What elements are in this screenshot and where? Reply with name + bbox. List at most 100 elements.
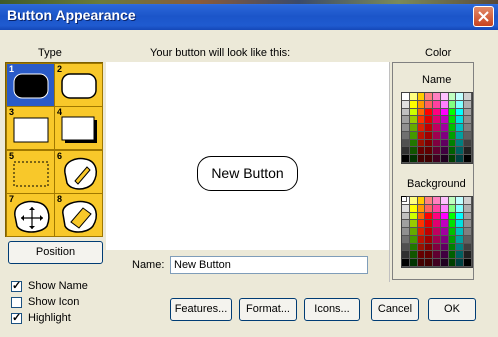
palette-swatch[interactable] [402,155,410,163]
icons-button[interactable]: Icons... [304,298,360,321]
palette-swatch[interactable] [464,139,472,148]
palette-swatch[interactable] [402,212,410,221]
palette-swatch[interactable] [464,251,472,260]
palette-swatch[interactable] [464,197,472,205]
palette-swatch[interactable] [440,100,449,109]
palette-swatch[interactable] [402,93,410,101]
palette-swatch[interactable] [402,100,410,109]
palette-swatch[interactable] [464,228,472,236]
palette-swatch[interactable] [464,204,472,213]
palette-swatch[interactable] [433,139,441,148]
palette-swatch[interactable] [409,259,418,267]
palette-swatch[interactable] [409,131,418,140]
palette-swatch[interactable] [402,108,410,117]
palette-swatch[interactable] [417,100,426,109]
palette-swatch[interactable] [448,197,457,205]
palette-swatch[interactable] [440,259,449,267]
palette-swatch[interactable] [409,100,418,109]
palette-swatch[interactable] [456,220,465,229]
palette-swatch[interactable] [456,251,465,260]
palette-swatch[interactable] [456,139,465,148]
palette-swatch[interactable] [425,243,434,252]
palette-swatch[interactable] [456,131,465,140]
palette-swatch[interactable] [433,147,441,156]
palette-swatch[interactable] [417,220,426,229]
palette-swatch[interactable] [448,251,457,260]
palette-swatch[interactable] [402,116,410,125]
palette-swatch[interactable] [456,212,465,221]
palette-swatch[interactable] [409,243,418,252]
palette-swatch[interactable] [456,259,465,267]
palette-swatch[interactable] [464,108,472,117]
palette-swatch[interactable] [402,131,410,140]
close-button[interactable] [473,6,494,27]
name-color-palette[interactable] [401,92,473,164]
palette-swatch[interactable] [402,139,410,148]
palette-swatch[interactable] [448,243,457,252]
palette-swatch[interactable] [425,116,434,125]
palette-swatch[interactable] [425,139,434,148]
palette-swatch[interactable] [464,220,472,229]
palette-swatch[interactable] [409,139,418,148]
palette-swatch[interactable] [456,116,465,125]
palette-swatch[interactable] [448,220,457,229]
palette-swatch[interactable] [440,197,449,205]
palette-swatch[interactable] [409,251,418,260]
palette-swatch[interactable] [456,228,465,236]
palette-swatch[interactable] [417,124,426,132]
palette-swatch[interactable] [417,155,426,163]
features-button[interactable]: Features... [170,298,232,321]
palette-swatch[interactable] [409,116,418,125]
palette-swatch[interactable] [456,197,465,205]
palette-swatch[interactable] [409,147,418,156]
palette-swatch[interactable] [440,204,449,213]
palette-swatch[interactable] [402,235,410,244]
palette-swatch[interactable] [433,228,441,236]
type-option-4[interactable]: 4 [54,106,103,150]
palette-swatch[interactable] [433,212,441,221]
palette-swatch[interactable] [440,220,449,229]
palette-swatch[interactable] [464,259,472,267]
palette-swatch[interactable] [425,147,434,156]
palette-swatch[interactable] [433,155,441,163]
palette-swatch[interactable] [402,251,410,260]
palette-swatch[interactable] [456,100,465,109]
palette-swatch[interactable] [433,131,441,140]
palette-swatch[interactable] [464,212,472,221]
palette-swatch[interactable] [409,204,418,213]
palette-swatch[interactable] [425,235,434,244]
type-option-3[interactable]: 3 [6,106,55,150]
palette-swatch[interactable] [409,212,418,221]
palette-swatch[interactable] [409,124,418,132]
name-input[interactable]: New Button [170,256,368,274]
palette-swatch[interactable] [417,228,426,236]
palette-swatch[interactable] [448,235,457,244]
palette-swatch[interactable] [448,108,457,117]
palette-swatch[interactable] [402,204,410,213]
palette-swatch[interactable] [433,204,441,213]
palette-swatch[interactable] [433,93,441,101]
ok-button[interactable]: OK [428,298,476,321]
palette-swatch[interactable] [456,93,465,101]
palette-swatch[interactable] [448,93,457,101]
palette-swatch[interactable] [417,139,426,148]
palette-swatch[interactable] [433,259,441,267]
palette-swatch[interactable] [425,108,434,117]
palette-swatch[interactable] [417,197,426,205]
background-color-palette[interactable] [401,196,473,268]
palette-swatch[interactable] [425,228,434,236]
palette-swatch[interactable] [425,197,434,205]
palette-swatch[interactable] [440,251,449,260]
palette-swatch[interactable] [464,116,472,125]
palette-swatch[interactable] [417,259,426,267]
palette-swatch[interactable] [464,93,472,101]
palette-swatch[interactable] [456,147,465,156]
palette-swatch[interactable] [440,116,449,125]
palette-swatch[interactable] [409,220,418,229]
type-option-5[interactable]: 5 [6,150,55,194]
palette-swatch[interactable] [456,108,465,117]
palette-swatch[interactable] [409,228,418,236]
palette-swatch[interactable] [433,100,441,109]
palette-swatch[interactable] [448,204,457,213]
palette-swatch[interactable] [417,93,426,101]
